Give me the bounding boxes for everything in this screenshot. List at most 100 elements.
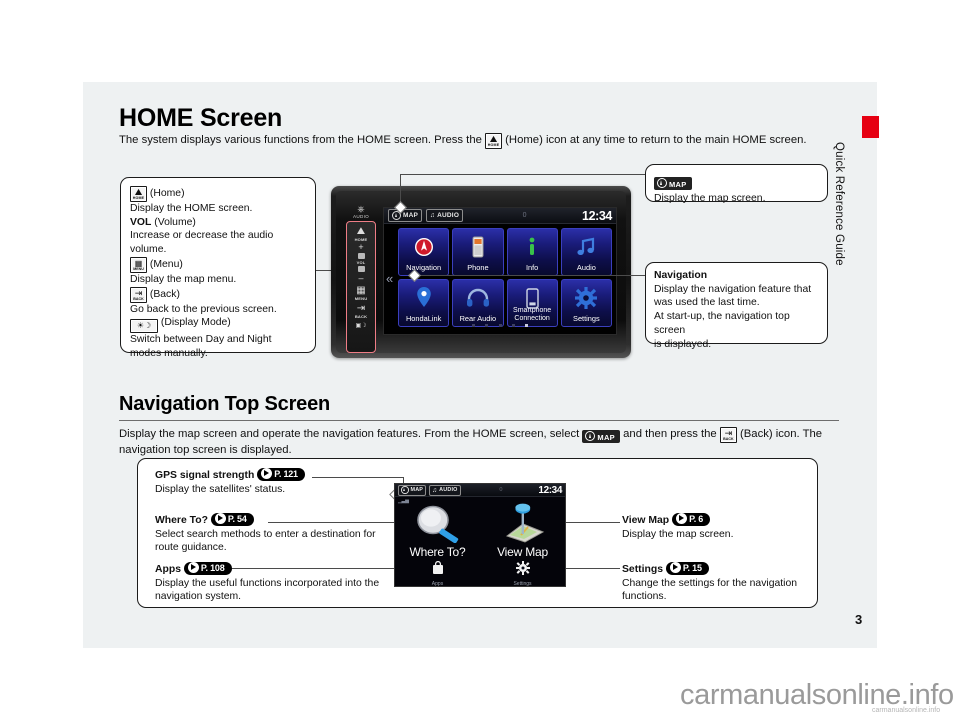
audio-power-knob[interactable]: ⎈ AUDIO — [349, 205, 373, 220]
map-pill-label: MAP — [669, 180, 687, 189]
app-tile-phone[interactable]: Phone — [452, 228, 504, 276]
nav-main-buttons: Where To? View Map — [395, 497, 565, 562]
page-indicator-dots[interactable] — [384, 314, 616, 332]
back-arrow-icon: ⇥ — [356, 303, 366, 314]
gear-icon — [515, 561, 530, 580]
menu-key-caption: MENU — [133, 266, 144, 271]
map-tag-label: MAP — [403, 212, 419, 219]
settings-desc-1: Change the settings for the navigation — [622, 577, 798, 589]
nav-intro-2: and then press the — [623, 428, 717, 440]
vol-label-rest: (Volume) — [154, 216, 196, 228]
map-pin-icon — [497, 500, 549, 549]
display-mode-key-icon: ☀☽ — [130, 319, 158, 334]
gear-icon — [562, 285, 611, 311]
page-dot[interactable] — [511, 324, 515, 327]
arrow-icon — [261, 468, 273, 479]
volume-slider-icon[interactable] — [357, 266, 365, 272]
back-key-icon: ⇥ BACK — [719, 427, 737, 443]
settings-button[interactable]: Settings — [480, 561, 565, 587]
settings-label: Settings — [513, 581, 532, 587]
map-callout-desc: Display the map screen. — [654, 193, 766, 204]
callout-desc-back: Go back to the previous screen. — [130, 303, 277, 315]
page-dot-active[interactable] — [525, 324, 529, 327]
page-ref-badge[interactable]: P. 121 — [257, 468, 305, 481]
apps-button[interactable]: Apps — [395, 560, 480, 586]
hardware-button-strip[interactable]: ⛰ HOME + VOL – ▦ MENU ⇥ BACK ▣☽ — [346, 221, 376, 353]
dmode-key-label: (Display Mode) — [160, 317, 231, 329]
menu-key-label: (Menu) — [149, 258, 183, 270]
callout-gps-signal: GPS signal strength P. 121 Display the s… — [155, 468, 400, 496]
page-ref-badge[interactable]: P. 15 — [665, 562, 709, 575]
navigation-callout-line4: is displayed. — [654, 338, 712, 350]
map-tag-button[interactable]: MAP — [398, 484, 427, 496]
callout-line-back: ⇥ BACK (Back) — [130, 286, 306, 303]
nav-intro-map-label: MAP — [597, 433, 615, 442]
status-bar: MAP ♫ AUDIO 0 12:34 — [384, 208, 616, 224]
apps-desc-2: navigation system. — [155, 591, 242, 603]
hu-back-button[interactable]: ⇥ BACK — [347, 303, 375, 319]
where-to-button[interactable]: Where To? — [395, 497, 480, 562]
settings-title-row: Settings P. 15 — [622, 562, 822, 577]
back-key-caption: BACK — [133, 296, 144, 301]
app-label-info: Info — [525, 262, 539, 272]
apps-title-row: Apps P. 108 — [155, 562, 405, 577]
callout-line-home: ⛰ HOME (Home) — [130, 186, 306, 202]
volume-down-button[interactable]: – — [347, 273, 375, 283]
page-dot[interactable] — [485, 324, 489, 327]
nav-bottom-buttons: Apps Settings — [395, 560, 565, 587]
home-key-icon: ⛰ HOME — [130, 186, 147, 202]
audio-tag-label: AUDIO — [439, 487, 458, 493]
navigation-compass-icon — [399, 234, 448, 260]
map-button-callout: MAP Display the map screen. — [645, 164, 828, 204]
callout-desc-dmode-1: Switch between Day and Night — [130, 334, 272, 346]
view-map-button[interactable]: View Map — [480, 497, 565, 562]
page-dot[interactable] — [498, 324, 502, 327]
display-mode-icon[interactable]: ▣☽ — [347, 322, 375, 329]
page-ref-badge[interactable]: P. 108 — [183, 562, 232, 575]
audio-tag-button[interactable]: ♫ AUDIO — [429, 484, 461, 496]
callout-view-map: View Map P. 6 Display the map screen. — [622, 513, 822, 541]
where-to-desc-1: Select search methods to enter a destina… — [155, 528, 376, 540]
navigation-top-screen[interactable]: MAP ♫ AUDIO 0 12:34 ▁▃▅ Where To? View M… — [394, 483, 566, 587]
app-tile-info[interactable]: Info — [506, 228, 558, 276]
map-compass-icon — [401, 486, 409, 494]
page-ref-badge[interactable]: P. 54 — [210, 513, 254, 526]
where-to-desc-2: route guidance. — [155, 542, 227, 554]
app-tile-audio[interactable]: Audio — [560, 228, 612, 276]
volume-slider-icon[interactable] — [357, 253, 365, 259]
leader-map-horizontal — [400, 174, 646, 175]
volume-up-button[interactable]: + — [347, 242, 375, 252]
page-dot[interactable] — [471, 324, 475, 327]
head-unit-bezel: ⎈ AUDIO ⛰ HOME + VOL – ▦ MENU ⇥ BACK ▣☽ — [336, 191, 626, 353]
map-pill-icon: MAP — [582, 430, 620, 443]
nav-status-center: 0 — [499, 487, 503, 493]
head-unit-device: ⎈ AUDIO ⛰ HOME + VOL – ▦ MENU ⇥ BACK ▣☽ — [331, 186, 631, 358]
hardware-buttons-callout: ⛰ HOME (Home) Display the HOME screen. V… — [120, 177, 316, 359]
home-key-icon: ⛰ HOME — [485, 133, 503, 149]
app-tile-navigation[interactable]: Navigation — [398, 228, 450, 276]
hu-menu-button[interactable]: ▦ MENU — [347, 285, 375, 301]
page-chevron-icon[interactable]: « — [386, 272, 393, 285]
page-ref-badge[interactable]: P. 6 — [672, 513, 711, 526]
section-divider — [119, 420, 839, 421]
callout-desc-vol-1: Increase or decrease the audio — [130, 230, 274, 242]
hu-home-button[interactable]: ⛰ HOME — [347, 226, 375, 242]
head-unit-screen[interactable]: MAP ♫ AUDIO 0 12:34 « Navigation Phone I… — [383, 207, 617, 335]
arrow-icon — [187, 562, 199, 573]
map-tag-button[interactable]: MAP — [388, 209, 423, 222]
map-badge: MAP — [654, 171, 819, 190]
info-icon — [508, 234, 557, 260]
navigation-tile-callout: Navigation Display the navigation featur… — [645, 262, 828, 350]
phone-icon — [453, 234, 502, 260]
view-map-desc: Display the map screen. — [622, 528, 734, 540]
page-ref-text: P. 15 — [682, 563, 702, 573]
arrow-icon — [669, 562, 681, 573]
callout-line-dmode: ☀☽ (Display Mode) — [130, 316, 306, 334]
home-icon: ⛰ — [356, 226, 366, 237]
page-title: HOME Screen — [119, 104, 283, 132]
nav-intro-1: Display the map screen and operate the n… — [119, 428, 580, 440]
apps-desc-1: Display the useful functions incorporate… — [155, 577, 380, 589]
audio-tag-button[interactable]: ♫ AUDIO — [426, 209, 464, 222]
view-map-title: View Map — [622, 515, 670, 526]
settings-desc-2: functions. — [622, 591, 667, 603]
